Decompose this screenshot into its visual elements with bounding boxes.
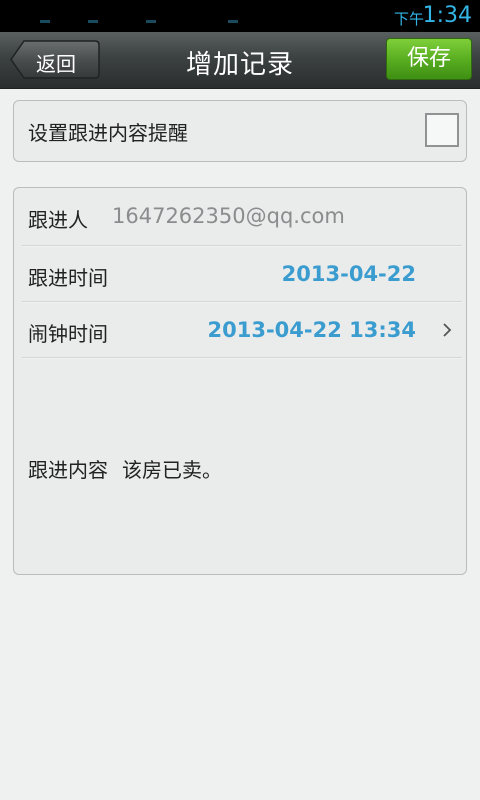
status-ampm: 下午 <box>393 10 424 28</box>
alarm-time-row[interactable]: 闹钟时间 2013-04-22 13:34 <box>14 302 466 358</box>
content-row[interactable]: 跟进内容 该房已卖。 <box>28 454 222 483</box>
row-divider <box>22 357 462 359</box>
follow-time-value[interactable]: 2013-04-22 <box>282 262 416 286</box>
status-bar: 下午 1:34 <box>0 0 480 32</box>
follower-value: 1647262350@qq.com <box>112 204 345 228</box>
follower-label: 跟进人 <box>28 208 88 232</box>
reminder-card[interactable]: 设置跟进内容提醒 <box>13 100 467 162</box>
content-label: 跟进内容 <box>28 458 108 482</box>
follow-time-row[interactable]: 跟进时间 2013-04-22 <box>14 246 466 302</box>
follower-row: 跟进人 1647262350@qq.com <box>14 188 466 244</box>
chevron-right-icon <box>443 323 452 337</box>
follow-time-label: 跟进时间 <box>28 266 108 290</box>
save-button[interactable]: 保存 <box>386 38 472 80</box>
action-bar: 返回 增加记录 保存 <box>0 32 480 89</box>
reminder-label: 设置跟进内容提醒 <box>28 121 188 145</box>
status-notification-icons <box>40 20 240 24</box>
detail-card: 跟进人 1647262350@qq.com 跟进时间 2013-04-22 闹钟… <box>13 187 467 575</box>
alarm-time-value[interactable]: 2013-04-22 13:34 <box>208 318 416 342</box>
status-time: 1:34 <box>422 3 472 28</box>
alarm-time-label: 闹钟时间 <box>28 322 108 346</box>
content-value: 该房已卖。 <box>122 458 222 482</box>
reminder-checkbox[interactable] <box>425 113 459 147</box>
